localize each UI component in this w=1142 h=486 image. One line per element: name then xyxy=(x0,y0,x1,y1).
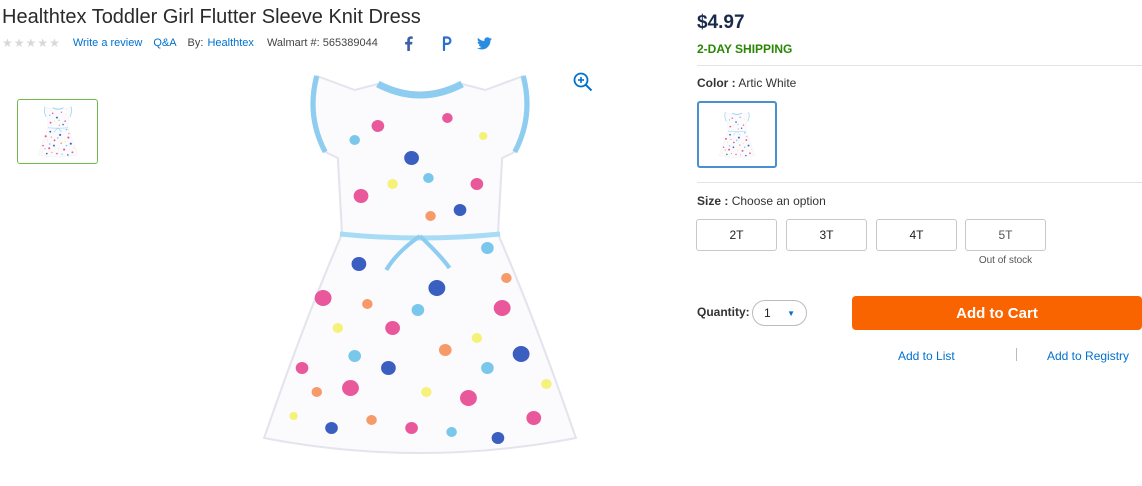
rating-stars[interactable]: ★ ★ ★ ★ ★ xyxy=(2,37,60,49)
caret-down-icon: ▼ xyxy=(787,309,795,318)
walmart-number: Walmart #: 565389044 xyxy=(266,37,378,49)
size-value: Choose an option xyxy=(731,194,826,208)
brand-link[interactable]: Healthtex xyxy=(207,37,253,49)
main-product-image[interactable] xyxy=(262,66,578,466)
shipping-badge: 2-DAY SHIPPING xyxy=(697,42,793,56)
dress-swatch-icon xyxy=(719,110,755,160)
quantity-label: Quantity: xyxy=(697,305,750,319)
divider xyxy=(697,65,1142,66)
size-option-4t[interactable]: 4T xyxy=(876,219,957,251)
product-title: Healthtex Toddler Girl Flutter Sleeve Kn… xyxy=(2,6,421,28)
social-share xyxy=(400,35,494,51)
qa-link[interactable]: Q&A xyxy=(153,37,176,49)
star-icon: ★ xyxy=(37,36,49,50)
size-option-2t[interactable]: 2T xyxy=(696,219,777,251)
quantity-value: 1 xyxy=(764,306,771,320)
add-to-cart-button[interactable]: Add to Cart xyxy=(852,296,1142,330)
color-value: Artic White xyxy=(738,76,797,90)
star-icon: ★ xyxy=(2,36,13,50)
size-label: Size : xyxy=(697,194,729,208)
divider xyxy=(697,182,1142,183)
quantity-select[interactable]: 1 ▼ xyxy=(752,300,807,326)
pinterest-icon[interactable] xyxy=(438,35,456,51)
price: $4.97 xyxy=(697,12,745,33)
out-of-stock-note: Out of stock xyxy=(978,255,1033,266)
color-selector-label: Color : Artic White xyxy=(697,76,796,90)
size-selector-label: Size : Choose an option xyxy=(697,194,826,208)
star-icon: ★ xyxy=(13,36,25,50)
add-to-list-link[interactable]: Add to List xyxy=(898,349,955,363)
dress-thumbnail-icon xyxy=(38,104,78,160)
zoom-in-icon[interactable] xyxy=(573,72,593,92)
link-separator xyxy=(1016,348,1017,361)
size-option-3t[interactable]: 3T xyxy=(786,219,867,251)
star-icon: ★ xyxy=(49,36,60,50)
star-icon: ★ xyxy=(25,36,37,50)
by-label: By: xyxy=(187,37,204,49)
twitter-icon[interactable] xyxy=(476,36,494,50)
color-label: Color : xyxy=(697,76,736,90)
thumbnail-image[interactable] xyxy=(17,99,98,164)
facebook-icon[interactable] xyxy=(400,35,418,51)
dress-image xyxy=(262,66,578,466)
color-swatch[interactable] xyxy=(697,101,777,168)
size-option-5t[interactable]: 5T xyxy=(965,219,1046,251)
add-to-registry-link[interactable]: Add to Registry xyxy=(1047,349,1129,363)
write-review-link[interactable]: Write a review xyxy=(73,37,142,49)
product-meta-bar: ★ ★ ★ ★ ★ Write a review Q&A By: Healtht… xyxy=(2,34,494,52)
